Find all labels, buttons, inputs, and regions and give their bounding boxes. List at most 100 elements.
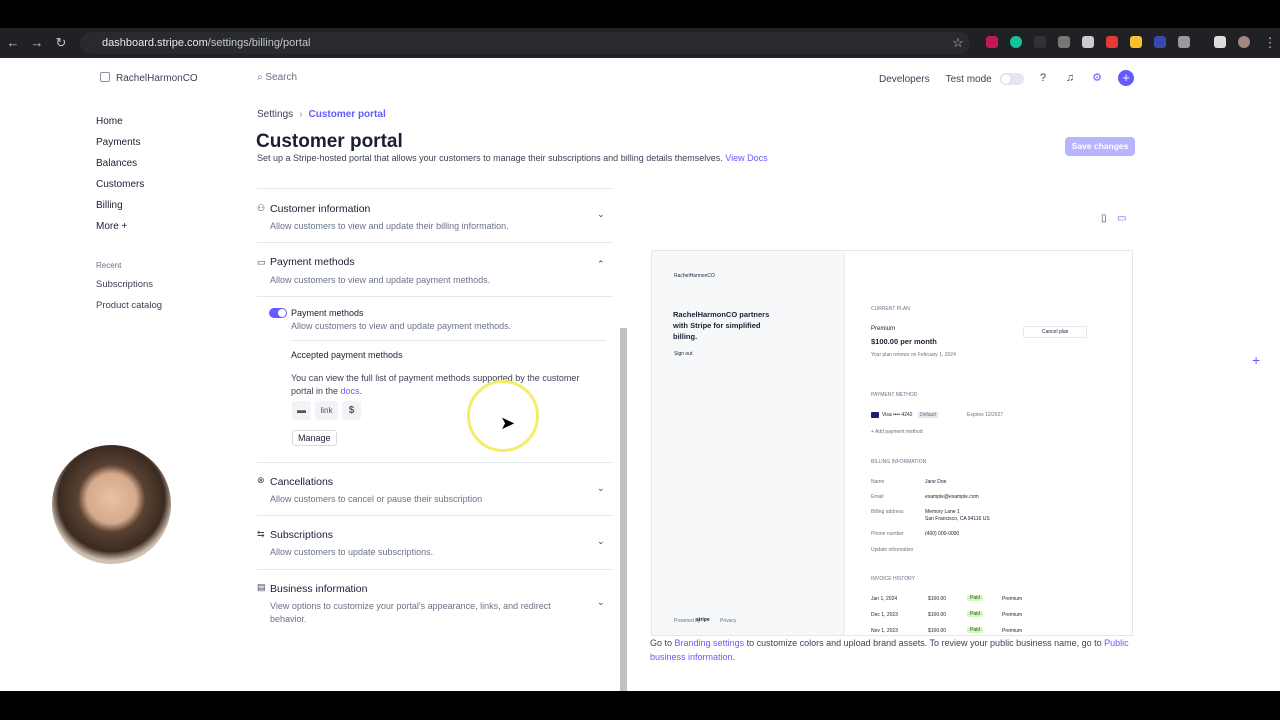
- manage-button[interactable]: Manage: [292, 430, 337, 446]
- stripe-logo: stripe: [696, 617, 710, 623]
- accepted-desc-text: You can view the full list of payment me…: [291, 373, 580, 396]
- accepted-desc: You can view the full list of payment me…: [291, 372, 601, 398]
- breadcrumb: Settings › Customer portal: [257, 109, 386, 120]
- profile-avatar[interactable]: [1238, 36, 1250, 48]
- help-icon[interactable]: ?: [1036, 71, 1050, 85]
- address-bar[interactable]: dashboard.stripe.com/settings/billing/po…: [80, 32, 970, 54]
- test-mode-toggle[interactable]: [999, 73, 1024, 85]
- docs-link[interactable]: docs: [341, 386, 360, 396]
- email-value: example@example.com: [925, 494, 979, 500]
- view-docs-link[interactable]: View Docs: [725, 153, 767, 163]
- section-desc: Allow customers to update subscriptions.: [270, 547, 434, 557]
- sidepanel-icon[interactable]: [1214, 36, 1226, 48]
- forward-icon[interactable]: →: [29, 35, 45, 50]
- section-customer-information[interactable]: ⚇ Customer information Allow customers t…: [257, 189, 613, 243]
- test-mode-label: Test mode: [945, 73, 992, 85]
- section-divider: [257, 181, 613, 189]
- plus-icon[interactable]: +: [1252, 352, 1260, 368]
- toggle-title: Payment methods: [291, 308, 364, 318]
- section-desc: View options to customize your portal's …: [270, 601, 551, 624]
- phone-label: Phone number: [871, 531, 904, 537]
- section-subscriptions[interactable]: ⇆ Subscriptions Allow customers to updat…: [257, 516, 613, 570]
- current-plan-label: CURRENT PLAN: [871, 306, 910, 312]
- preview-tagline: RachelHarmonCO partners with Stripe for …: [673, 310, 770, 341]
- chevron-up-icon[interactable]: ⌃: [597, 259, 605, 270]
- extensions-icon[interactable]: [1178, 36, 1190, 48]
- preview-brand-panel: RachelHarmonCO RachelHarmonCO partners w…: [652, 251, 845, 635]
- invoice-date: Jan 1, 2024: [871, 596, 898, 602]
- stripe-dashboard: RachelHarmonCO ⌕ Search Developers Test …: [0, 58, 1280, 691]
- link-icon: link: [315, 401, 338, 420]
- invoice-history-label: INVOICE HISTORY: [871, 576, 915, 582]
- email-label: Email: [871, 494, 884, 500]
- chevron-down-icon[interactable]: ⌄: [597, 209, 605, 220]
- scrollbar[interactable]: [620, 328, 627, 691]
- section-cancellations[interactable]: ⊗ Cancellations Allow customers to cance…: [257, 463, 613, 516]
- extension-icon[interactable]: [1106, 36, 1118, 48]
- section-payment-methods: ▭ Payment methods Allow customers to vie…: [257, 243, 613, 463]
- name-value: Jane Doe: [925, 479, 947, 485]
- search-placeholder: Search: [265, 72, 298, 83]
- sidebar-item-billing[interactable]: Billing: [96, 200, 123, 211]
- extension-icon[interactable]: [1058, 36, 1070, 48]
- sidebar-item-payments[interactable]: Payments: [96, 137, 140, 148]
- back-icon[interactable]: ←: [5, 35, 21, 50]
- dollar-icon: $: [342, 401, 361, 420]
- divider: [257, 296, 613, 297]
- section-title: Cancellations: [270, 476, 334, 488]
- plus-icon[interactable]: +: [1118, 70, 1134, 86]
- workspace-switcher[interactable]: RachelHarmonCO: [100, 72, 198, 84]
- section-desc: Allow customers to cancel or pause their…: [270, 494, 483, 504]
- sidebar-item-customers[interactable]: Customers: [96, 179, 144, 190]
- sidebar-recent-product-catalog[interactable]: Product catalog: [96, 300, 162, 311]
- branding-settings-link[interactable]: Branding settings: [675, 638, 745, 648]
- cancel-icon: ⊗: [257, 475, 265, 485]
- invoice-plan: Premium: [1002, 596, 1023, 602]
- preview-privacy: Privacy: [720, 618, 737, 624]
- sidebar-item-home[interactable]: Home: [96, 116, 123, 127]
- breadcrumb-settings[interactable]: Settings: [257, 109, 293, 120]
- subtitle-text: Set up a Stripe-hosted portal that allow…: [257, 153, 723, 163]
- preview-brand: RachelHarmonCO: [674, 273, 715, 279]
- preview-content: CURRENT PLAN Premium $100.00 per month Y…: [845, 251, 1132, 635]
- section-title: Subscriptions: [270, 529, 334, 541]
- developers-link[interactable]: Developers: [879, 74, 930, 85]
- chevron-down-icon[interactable]: ⌄: [597, 483, 605, 494]
- chevron-right-icon: ›: [299, 109, 303, 120]
- chevron-down-icon[interactable]: ⌄: [597, 597, 605, 608]
- topbar-actions: Developers Test mode: [879, 70, 1024, 88]
- search-input[interactable]: ⌕ Search: [257, 72, 297, 83]
- update-information: Update information: [871, 547, 914, 553]
- chevron-down-icon[interactable]: ⌄: [597, 536, 605, 547]
- section-title: Business information: [270, 583, 368, 595]
- bell-icon[interactable]: ♫: [1063, 71, 1077, 85]
- sidebar-item-balances[interactable]: Balances: [96, 158, 137, 169]
- extension-icon[interactable]: [1034, 36, 1046, 48]
- section-business-information[interactable]: ▤ Business information View options to c…: [257, 570, 613, 640]
- address-line1: Memory Lane 1: [925, 509, 960, 515]
- gear-icon[interactable]: ⚙: [1090, 71, 1104, 85]
- plan-renew: Your plan renews on February 1, 2024: [871, 352, 956, 358]
- portal-preview: RachelHarmonCO RachelHarmonCO partners w…: [651, 250, 1133, 636]
- mobile-icon[interactable]: ▯: [1101, 213, 1107, 224]
- browser-window: ← → ↻ dashboard.stripe.com/settings/bill…: [0, 28, 1280, 691]
- payment-methods-toggle[interactable]: [269, 308, 287, 318]
- sidebar-item-more[interactable]: More +: [96, 221, 127, 232]
- save-changes-button[interactable]: Save changes: [1065, 137, 1135, 156]
- invoice-amount: $100.00: [928, 612, 947, 618]
- star-icon[interactable]: ☆: [950, 35, 966, 51]
- card-number: Visa •••• 4242: [882, 412, 913, 418]
- preview-sign-out: Sign out: [674, 351, 693, 357]
- page-subtitle: Set up a Stripe-hosted portal that allow…: [257, 153, 768, 163]
- extension-icon[interactable]: [1130, 36, 1142, 48]
- extension-icon[interactable]: [1154, 36, 1166, 48]
- extension-icon[interactable]: [1010, 36, 1022, 48]
- extension-icon[interactable]: [986, 36, 998, 48]
- desktop-icon[interactable]: ▭: [1117, 213, 1126, 224]
- menu-icon[interactable]: ⋮: [1262, 35, 1278, 51]
- sidebar-recent-subscriptions[interactable]: Subscriptions: [96, 279, 153, 290]
- divider: [291, 340, 606, 341]
- extension-icon[interactable]: [1082, 36, 1094, 48]
- reload-icon[interactable]: ↻: [53, 35, 69, 51]
- webcam-overlay: [50, 443, 173, 566]
